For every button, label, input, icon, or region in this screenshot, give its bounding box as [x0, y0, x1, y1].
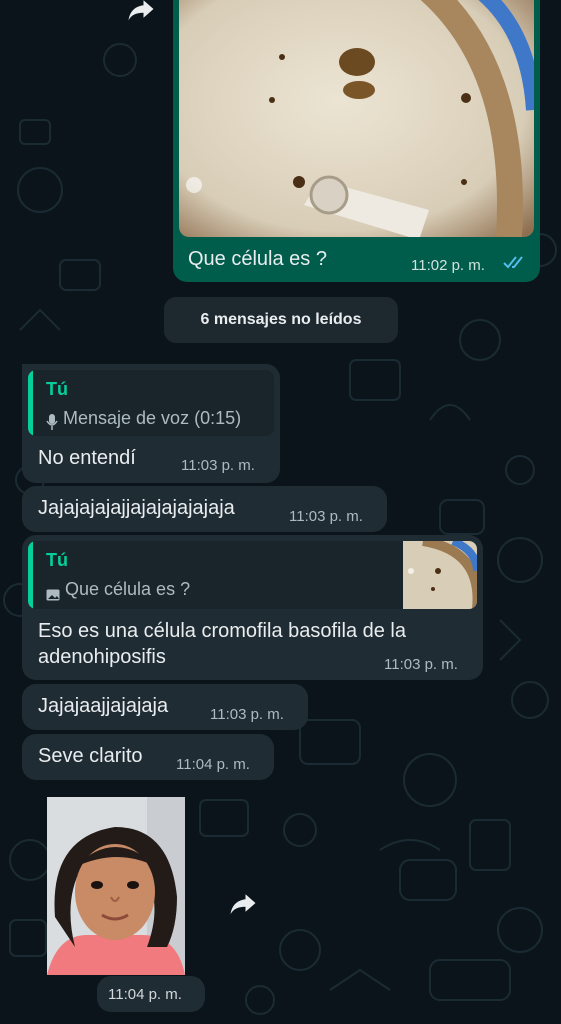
photo-girl: [47, 797, 185, 975]
image-time-badge: 11:04 p. m.: [97, 976, 205, 1012]
message-time: 11:03 p. m.: [384, 656, 458, 673]
quote-author: Tú: [46, 379, 68, 399]
image-caption: Que célula es ?: [188, 248, 327, 270]
quote-author: Tú: [46, 550, 68, 570]
message-time: 11:04 p. m.: [176, 756, 250, 773]
incoming-reply-message[interactable]: Tú Mensaje de voz (0:15) No entendí 11:0…: [22, 364, 280, 483]
message-text: Seve clarito: [38, 745, 143, 767]
quote-thumbnail: [403, 541, 477, 609]
incoming-text-message[interactable]: Jajajajajajjajajajajajaja 11:03 p. m.: [22, 486, 387, 532]
message-time: 11:03 p. m.: [181, 457, 255, 474]
message-time: 11:04 p. m.: [108, 986, 182, 1003]
image-icon: [46, 588, 60, 606]
message-time: 11:03 p. m.: [210, 706, 284, 723]
unread-messages-banner: 6 mensajes no leídos: [164, 297, 398, 343]
forward-icon: [230, 894, 256, 915]
message-text: No entendí: [38, 447, 136, 469]
forward-button[interactable]: [124, 0, 158, 26]
forward-button[interactable]: [226, 886, 260, 920]
cell-photo-image: [179, 0, 534, 237]
microphone-icon: [46, 413, 58, 436]
message-time: 11:03 p. m.: [289, 508, 363, 525]
message-text: Jajajaajjajajaja: [38, 695, 169, 717]
cell-photo[interactable]: [179, 0, 534, 237]
quote-text: Mensaje de voz (0:15): [63, 408, 242, 428]
message-text: Jajajajajajjajajajajajaja: [38, 497, 235, 519]
incoming-text-message[interactable]: Seve clarito 11:04 p. m.: [22, 734, 274, 780]
double-check-read-icon: [503, 255, 527, 276]
quoted-voice-message[interactable]: Tú Mensaje de voz (0:15): [28, 370, 274, 436]
message-time: 11:02 p. m.: [411, 257, 485, 274]
incoming-text-message[interactable]: Jajajaajjajajaja 11:03 p. m.: [22, 684, 308, 730]
forward-icon: [128, 0, 154, 21]
quoted-image-message[interactable]: Tú Que célula es ?: [28, 541, 477, 609]
quote-text: Que célula es ?: [65, 579, 191, 599]
outgoing-image-message[interactable]: Que célula es ? 11:02 p. m.: [173, 0, 540, 282]
message-text-line-1: Eso es una célula cromofila basofila de …: [38, 620, 406, 642]
incoming-reply-message[interactable]: Tú Que célula es ? Eso es una célula cro…: [22, 535, 483, 680]
incoming-image-message[interactable]: [47, 797, 185, 975]
message-text-line-2: adenohiposifis: [38, 646, 166, 668]
